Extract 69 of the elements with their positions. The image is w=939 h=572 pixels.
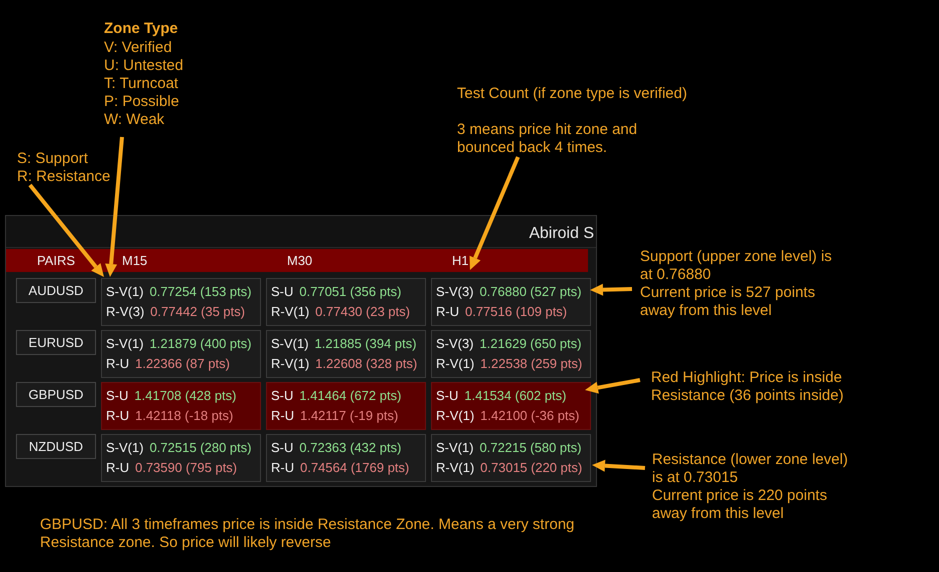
zone-label: S-U [271, 283, 294, 301]
zone-label: R-U [106, 407, 130, 425]
resistance-value: 1.42118 (-18 pts) [135, 407, 234, 425]
pair-button[interactable]: NZDUSD [16, 434, 96, 459]
resistance-value: 1.42117 (-19 pts) [300, 407, 398, 425]
zone-label: S-U [106, 387, 128, 405]
zone-label: R-V(1) [271, 355, 310, 373]
resistance-value: 0.77430 (23 pts) [315, 303, 410, 321]
zone-label: R-V(1) [271, 303, 310, 321]
zone-label: S-U [271, 439, 294, 457]
column-header: PAIRS [36, 254, 76, 267]
zone-label: S-V(1) [106, 283, 144, 301]
zone-label: S-V(3) [436, 283, 474, 301]
zone-label: S-V(1) [106, 439, 144, 457]
resistance-value: 1.22608 (328 pts) [315, 355, 418, 373]
zone-label: R-V(1) [436, 355, 474, 373]
zone-label: R-V(3) [106, 303, 144, 321]
resistance-value: 0.73590 (795 pts) [135, 459, 238, 477]
support-value: 1.21879 (400 pts) [150, 335, 252, 353]
zone-label: S-V(1) [271, 335, 309, 353]
zone-type-legend: V: Verified U: Untested T: Turncoat P: Possible W: Weak [104, 39, 184, 129]
resistance-note: Resistance (lower zone level) is at 0.73015 Current price is 220 points away from this level [652, 451, 848, 523]
zone-label: R-V(1) [436, 407, 474, 425]
arrow [590, 284, 632, 296]
support-value: 0.77051 (356 pts) [299, 283, 402, 301]
zone-label: R-U [271, 459, 294, 477]
support-value: 0.72515 (280 pts) [150, 439, 252, 457]
column-header: H1 [451, 254, 469, 267]
support-value: 1.41708 (428 pts) [134, 387, 236, 405]
summary-note: GBPUSD: All 3 timeframes price is inside Resistance Zone. Means a very strong Resistance zone. So price will likely reverse [40, 516, 574, 552]
pair-button[interactable]: EURUSD [16, 330, 96, 355]
arrow [585, 378, 640, 394]
support-value: 1.21885 (394 pts) [314, 335, 416, 353]
test-count-explanation: 3 means price hit zone and bounced back 4 times. [457, 121, 638, 157]
panel-title: Abiroid S [529, 225, 594, 244]
resistance-value: 0.77442 (35 pts) [150, 303, 245, 321]
zone-label: S-V(1) [436, 439, 474, 457]
resistance-value: 1.22366 (87 pts) [135, 355, 230, 373]
zone-label: R-U [106, 459, 130, 477]
pair-button[interactable]: AUDUSD [16, 278, 96, 303]
support-value: 1.21629 (650 pts) [480, 335, 582, 353]
zone-label: S-U [436, 387, 458, 405]
column-header: M15 [121, 254, 148, 267]
resistance-value: 0.77516 (109 pts) [465, 303, 568, 321]
legend-title: Zone Type [104, 20, 178, 38]
support-value: 0.72363 (432 pts) [299, 439, 402, 457]
zone-label: S-U [271, 387, 294, 405]
highlight-note: Red Highlight: Price is inside Resistance (36 points inside) [651, 369, 844, 405]
zone-label: R-U [106, 355, 130, 373]
support-resistance-legend: S: Support R: Resistance [17, 150, 110, 186]
resistance-value: 0.73015 (220 pts) [480, 459, 582, 477]
support-value: 0.76880 (527 pts) [480, 283, 582, 301]
support-value: 1.41464 (672 pts) [299, 387, 402, 405]
zone-label: S-V(1) [106, 335, 144, 353]
support-value: 0.72215 (580 pts) [480, 439, 582, 457]
column-header: M30 [286, 254, 312, 267]
zone-label: R-U [271, 407, 294, 425]
test-count-note: Test Count (if zone type is verified) [457, 85, 688, 103]
zone-label: S-V(3) [436, 335, 474, 353]
support-value: 1.41534 (602 pts) [464, 387, 566, 405]
support-note: Support (upper zone level) is at 0.76880 Current price is 527 points away from this level [640, 248, 832, 320]
support-value: 0.77254 (153 pts) [150, 283, 252, 301]
resistance-value: 1.22538 (259 pts) [480, 355, 582, 373]
pair-button[interactable]: GBPUSD [16, 382, 96, 407]
zone-label: R-V(1) [436, 459, 474, 477]
resistance-value: 0.74564 (1769 pts) [300, 459, 410, 477]
zone-label: R-U [436, 303, 460, 321]
arrow [592, 460, 646, 472]
resistance-value: 1.42100 (-36 pts) [480, 407, 580, 425]
